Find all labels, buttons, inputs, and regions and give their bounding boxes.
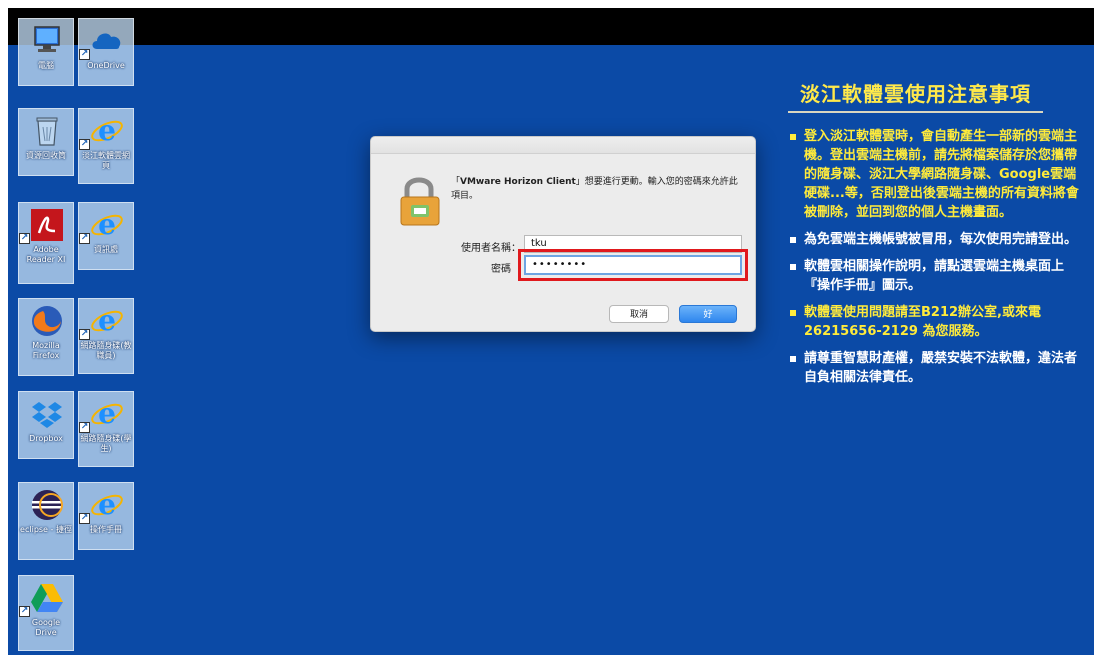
desktop-icon-tku-cloud-web[interactable]: e ↗ 淡江軟體雲網頁 [78,108,134,184]
internet-explorer-icon: e [91,304,123,337]
desktop-icon-label: 電腦 [38,61,54,70]
desktop-icon-label: 淡江軟體雲網頁 [82,151,130,170]
shortcut-arrow-icon: ↗ [79,233,90,244]
shortcut-arrow-icon: ↗ [79,513,90,524]
desktop-icon-label: 資源回收筒 [26,151,66,160]
svg-text:e: e [98,208,116,241]
desktop-icon-label: 操作手冊 [90,525,122,534]
shortcut-arrow-icon: ↗ [79,49,90,60]
desktop-icon-label: 網路隨身碟(教職員) [80,341,132,360]
desktop-icon-google-drive[interactable]: ↗ Google Drive [18,575,74,651]
shortcut-arrow-icon: ↗ [19,606,30,617]
auth-dialog: 「VMware Horizon Client」想要進行更動。輸入您的密碼來允許此… [370,136,756,332]
dropbox-icon [32,402,62,428]
notice-list: 登入淡江軟體雲時，會自動產生一部新的雲端主機。登出雲端主機前，請先將檔案儲存於您… [788,127,1080,387]
shortcut-arrow-icon: ↗ [79,329,90,340]
desktop-icon-onedrive[interactable]: ↗ OneDrive [78,18,134,86]
internet-explorer-icon: e [91,208,123,241]
desktop-icon-label: 資訊處 [94,245,118,254]
password-field[interactable]: •••••••• [524,255,742,275]
top-black-bar [8,8,1094,45]
desktop-icon-label: 網路隨身碟(學生) [80,434,132,453]
lock-icon [400,177,440,226]
desktop-icon-label: eclipse - 捷徑 [20,525,72,534]
svg-text:e: e [98,488,116,521]
internet-explorer-icon: e [91,114,123,147]
shortcut-arrow-icon: ↗ [79,139,90,150]
desktop-icon-netdrive-staff[interactable]: e ↗ 網路隨身碟(教職員) [78,298,134,374]
desktop-icon-info-office[interactable]: e ↗ 資訊處 [78,202,134,270]
desktop-icon-netdrive-student[interactable]: e ↗ 網路隨身碟(學生) [78,391,134,467]
shortcut-arrow-icon: ↗ [79,422,90,433]
adobe-reader-icon [31,209,63,241]
notice-item: 登入淡江軟體雲時，會自動產生一部新的雲端主機。登出雲端主機前，請先將檔案儲存於您… [788,127,1080,222]
desktop-icon-label: OneDrive [87,61,125,70]
firefox-icon [32,306,62,336]
notice-panel: 淡江軟體雲使用注意事項 登入淡江軟體雲時，會自動產生一部新的雲端主機。登出雲端主… [788,78,1088,395]
notice-item: 為免雲端主機帳號被冒用，每次使用完請登出。 [788,230,1080,249]
onedrive-cloud-icon [92,33,121,49]
cancel-button[interactable]: 取消 [609,305,669,323]
computer-icon [34,26,60,52]
username-label: 使用者名稱： [461,243,521,254]
desktop-icon-computer[interactable]: 電腦 [18,18,74,86]
desktop-icon-label: Adobe Reader XI [26,245,66,264]
desktop-icon-dropbox[interactable]: Dropbox [18,391,74,459]
notice-item: 軟體雲使用問題請至B212辦公室,或來電26215656-2129 為您服務。 [788,303,1080,341]
google-drive-icon [31,584,63,612]
notice-item: 軟體雲相關操作說明，請點選雲端主機桌面上『操作手冊』圖示。 [788,257,1080,295]
svg-text:e: e [98,304,116,337]
desktop-screen: 電腦 資源回收筒 ↗ Adobe Reader XI Mozilla Firef… [8,8,1094,655]
desktop-icon-label: Dropbox [29,434,63,443]
desktop-icon-manual[interactable]: e ↗ 操作手冊 [78,482,134,550]
dialog-app-name: VMware Horizon Client [460,177,576,187]
desktop-icon-label: Mozilla Firefox [32,341,60,360]
desktop-icon-adobe-reader[interactable]: ↗ Adobe Reader XI [18,202,74,284]
dialog-titlebar [371,137,755,154]
desktop-icon-firefox[interactable]: Mozilla Firefox [18,298,74,376]
desktop-icon-eclipse[interactable]: eclipse - 捷徑 [18,482,74,560]
internet-explorer-icon: e [91,488,123,521]
internet-explorer-icon: e [91,397,123,430]
desktop-icon-recycle-bin[interactable]: 資源回收筒 [18,108,74,176]
desktop-icon-label: Google Drive [31,618,61,637]
svg-text:e: e [98,114,116,147]
eclipse-icon [32,490,63,520]
recycle-bin-icon [36,117,58,146]
svg-text:e: e [98,397,116,430]
password-label: 密碼 [491,264,511,275]
dialog-message: 「VMware Horizon Client」想要進行更動。輸入您的密碼來允許此… [451,177,738,201]
notice-item: 請尊重智慧財產權，嚴禁安裝不法軟體，違法者自負相關法律責任。 [788,349,1080,387]
ok-button[interactable]: 好 [679,305,737,323]
notice-title: 淡江軟體雲使用注意事項 [788,78,1043,113]
shortcut-arrow-icon: ↗ [19,233,30,244]
